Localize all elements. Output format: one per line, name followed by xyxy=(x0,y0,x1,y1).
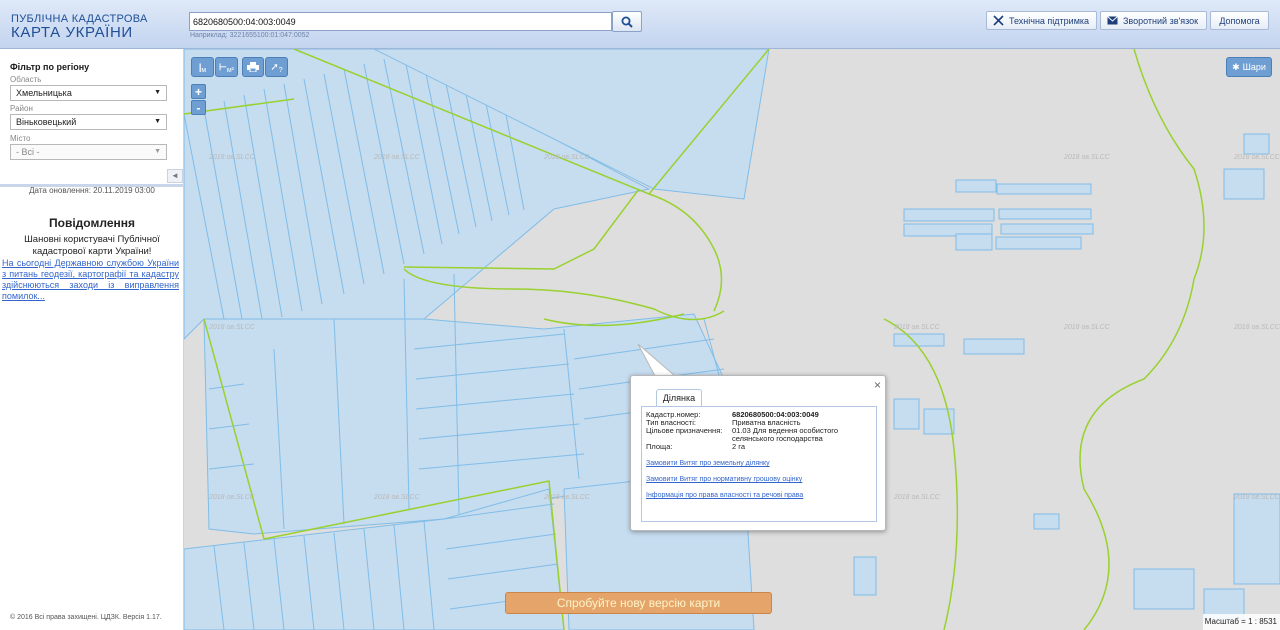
popup-body: Кадастр.номер: 6820680500:04:003:0049 Ти… xyxy=(641,406,877,522)
area-ruler-icon: ⊢ xyxy=(219,61,227,72)
watermark: 2018 ов.SLCC xyxy=(1234,154,1280,161)
help-button[interactable]: Допомога xyxy=(1210,11,1269,30)
oblast-value: Хмельницька xyxy=(16,88,72,98)
layers-button[interactable]: ✱ Шари xyxy=(1226,57,1272,77)
raion-select[interactable]: Віньковецький ▼ xyxy=(10,114,167,130)
close-icon[interactable]: × xyxy=(874,378,881,392)
watermark: 2018 ов.SLCC xyxy=(209,324,255,331)
city-select[interactable]: - Всі - ▼ xyxy=(10,144,167,160)
field-label-area: Площа: xyxy=(646,442,673,451)
city-value: - Всі - xyxy=(16,147,40,157)
collapse-sidebar-button[interactable]: ◄ xyxy=(167,169,183,183)
chevron-down-icon: ▼ xyxy=(154,148,161,155)
zoom-in-button[interactable]: + xyxy=(191,84,206,99)
field-value-area: 2 га xyxy=(732,442,745,451)
tab-parcel[interactable]: Ділянка xyxy=(656,389,702,406)
copyright: © 2016 Всі права захищені. ЦДЗК. Версія … xyxy=(10,614,162,621)
parcels-east[interactable] xyxy=(853,133,1280,620)
watermark: 2018 ов.SLCC xyxy=(374,494,420,501)
watermark: 2018 ов.SLCC xyxy=(1234,494,1280,501)
feedback-label: Зворотний зв'язок xyxy=(1123,15,1199,26)
notice-link[interactable]: На сьогодні Державною службою України з … xyxy=(2,258,179,302)
printer-icon xyxy=(247,62,259,72)
cadastral-map[interactable] xyxy=(184,49,1280,630)
oblast-select[interactable]: Хмельницька ▼ xyxy=(10,85,167,101)
search-icon xyxy=(621,16,633,28)
watermark: 2018 ов.SLCC xyxy=(209,494,255,501)
feedback-button[interactable]: Зворотний зв'язок xyxy=(1100,11,1207,30)
watermark: 2018 ов.SLCC xyxy=(374,154,420,161)
envelope-icon xyxy=(1107,16,1118,25)
oblast-label: Область xyxy=(10,75,42,84)
tool-label-area: м² xyxy=(226,66,234,74)
support-label: Технічна підтримка xyxy=(1009,15,1090,26)
tool-label-identify: ? xyxy=(278,66,283,74)
gear-icon: ✱ xyxy=(1232,61,1240,72)
measure-area-button[interactable]: ⊢ м² xyxy=(215,57,238,77)
watermark: 2018 ов.SLCC xyxy=(894,324,940,331)
city-label: Місто xyxy=(10,134,31,143)
watermark: 2018 ов.SLCC xyxy=(1064,154,1110,161)
search-button[interactable] xyxy=(612,11,642,32)
tool-label-distance: м xyxy=(201,66,207,74)
parcel-popup: × Ділянка Кадастр.номер: 6820680500:04:0… xyxy=(630,375,886,531)
measure-distance-button[interactable]: | м xyxy=(191,57,214,77)
order-valuation-link[interactable]: Замовити Витяг про нормативну грошову оц… xyxy=(646,476,802,483)
print-button[interactable] xyxy=(242,57,264,77)
ownership-info-link[interactable]: Інформація про права власності та речові… xyxy=(646,492,803,499)
update-date: Дата оновлення: 20.11.2019 03:00 xyxy=(29,186,155,195)
watermark: 2018 ов.SLCC xyxy=(894,494,940,501)
zoom-out-button[interactable]: - xyxy=(191,100,206,115)
map-canvas[interactable]: 2018 ов.SLCC 2018 ов.SLCC 2018 ов.SLCC 2… xyxy=(184,49,1280,630)
chevron-down-icon: ▼ xyxy=(154,89,161,96)
search-input[interactable] xyxy=(189,12,612,31)
watermark: 2018 ов.SLCC xyxy=(209,154,255,161)
watermark: 2018 ов.SLCC xyxy=(1234,324,1280,331)
order-extract-link[interactable]: Замовити Витяг про земельну ділянку xyxy=(646,460,770,467)
chevron-down-icon: ▼ xyxy=(154,118,161,125)
watermark: 2018 ов.SLCC xyxy=(544,494,590,501)
cursor-icon: ➚ xyxy=(270,61,279,73)
tools-icon xyxy=(993,15,1004,26)
notice-text: Шановні користувачі Публічної кадастрово… xyxy=(24,234,160,257)
scale-indicator: Масштаб = 1 : 8531 xyxy=(1203,614,1280,630)
search-hint: Наприклад: 3221655100:01:047:0052 xyxy=(190,32,310,39)
logo[interactable]: ПУБЛІЧНА КАДАСТРОВА КАРТА УКРАЇНИ xyxy=(11,13,148,41)
field-label-purpose: Цільове призначення: xyxy=(646,426,723,435)
sidebar: Фільтр по регіону Область Хмельницька ▼ … xyxy=(0,49,184,630)
identify-button[interactable]: ➚? xyxy=(265,57,288,77)
help-label: Допомога xyxy=(1219,15,1260,26)
notice-title: Повідомлення xyxy=(49,216,135,230)
layers-label: Шари xyxy=(1242,62,1266,72)
support-button[interactable]: Технічна підтримка xyxy=(986,11,1097,30)
try-new-version-button[interactable]: Спробуйте нову версію карти xyxy=(505,592,772,614)
raion-label: Район xyxy=(10,104,33,113)
header: ПУБЛІЧНА КАДАСТРОВА КАРТА УКРАЇНИ Наприк… xyxy=(0,0,1280,49)
watermark: 2018 ов.SLCC xyxy=(544,154,590,161)
watermark: 2018 ов.SLCC xyxy=(1064,324,1110,331)
raion-value: Віньковецький xyxy=(16,117,77,127)
logo-line2: КАРТА УКРАЇНИ xyxy=(11,24,133,41)
filter-title: Фільтр по регіону xyxy=(10,62,90,72)
field-value-purpose: 01.03 Для ведення особистого селянського… xyxy=(732,426,839,443)
